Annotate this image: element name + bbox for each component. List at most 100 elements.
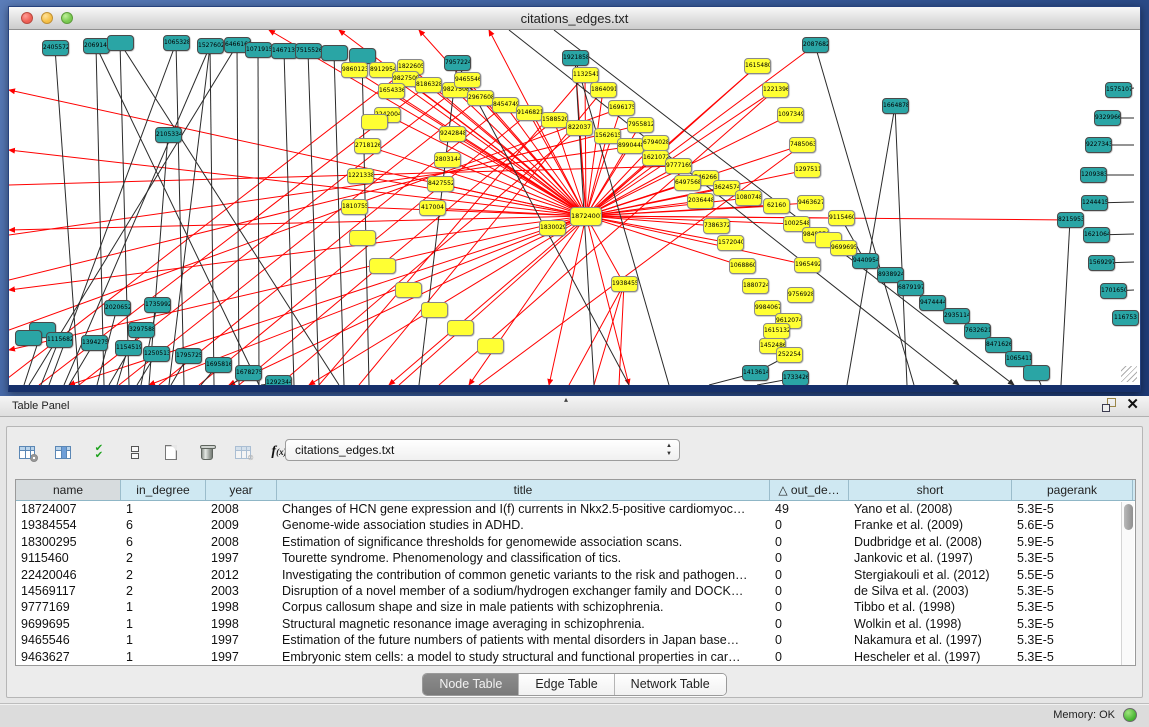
close-panel-icon[interactable]: ✕ bbox=[1126, 398, 1139, 412]
graph-node[interactable]: 9227343 bbox=[1085, 137, 1112, 153]
table-cell[interactable]: 1 bbox=[121, 599, 206, 615]
graph-node[interactable]: 822037 bbox=[566, 120, 593, 136]
table-cell[interactable]: Estimation of significance thresholds fo… bbox=[277, 534, 770, 550]
graph-node[interactable]: 32975887 bbox=[128, 322, 155, 338]
delete-rows-button[interactable] bbox=[195, 441, 219, 463]
graph-node[interactable]: 6497568 bbox=[674, 175, 701, 191]
graph-node[interactable]: 15720407 bbox=[717, 235, 744, 251]
table-cell[interactable]: de Silva et al. (2003) bbox=[849, 583, 1012, 599]
table-cell[interactable]: Jankovic et al. (1997) bbox=[849, 550, 1012, 566]
table-row[interactable]: 1938455462009Genome-wide association stu… bbox=[16, 517, 1135, 533]
graph-node[interactable] bbox=[15, 330, 42, 346]
graph-node[interactable]: 12213382 bbox=[347, 168, 374, 184]
graph-node[interactable]: 9699695 bbox=[830, 240, 857, 256]
graph-node[interactable]: 417004 bbox=[419, 200, 446, 216]
graph-node[interactable]: 18807243 bbox=[742, 278, 769, 294]
column-header-in_degree[interactable]: in_degree bbox=[121, 480, 206, 500]
table-cell[interactable]: Hescheler et al. (1997) bbox=[849, 649, 1012, 665]
table-cell[interactable]: Investigating the contribution of common… bbox=[277, 567, 770, 583]
graph-node[interactable]: 8186328 bbox=[415, 77, 442, 93]
scrollbar-thumb[interactable] bbox=[1124, 504, 1133, 530]
table-row[interactable]: 1830029562008Estimation of significance … bbox=[16, 534, 1135, 550]
table-cell[interactable]: 2003 bbox=[206, 583, 277, 599]
graph-node[interactable]: 9440954 bbox=[852, 253, 879, 269]
column-header-title[interactable]: title bbox=[277, 480, 770, 500]
table-cell[interactable]: 1 bbox=[121, 632, 206, 648]
graph-node[interactable]: 17359928 bbox=[144, 297, 171, 313]
graph-node[interactable]: 19218586 bbox=[562, 50, 589, 66]
graph-node[interactable] bbox=[421, 302, 448, 318]
table-cell[interactable]: 2009 bbox=[206, 517, 277, 533]
table-cell[interactable]: 49 bbox=[770, 501, 849, 517]
table-cell[interactable]: 2008 bbox=[206, 501, 277, 517]
graph-node[interactable]: 17957254 bbox=[175, 348, 202, 364]
graph-node[interactable]: 18107553 bbox=[341, 199, 368, 215]
graph-node[interactable]: 17016504 bbox=[1100, 283, 1127, 299]
table-cell[interactable]: 9465546 bbox=[16, 632, 121, 648]
table-cell[interactable]: Dudbridge et al. (2008) bbox=[849, 534, 1012, 550]
table-selector-dropdown[interactable]: citations_edges.txt ▲▼ bbox=[285, 439, 680, 461]
table-cell[interactable]: 0 bbox=[770, 599, 849, 615]
table-cell[interactable]: 5.5E-5 bbox=[1012, 567, 1133, 583]
vertical-scrollbar[interactable] bbox=[1121, 502, 1134, 665]
table-row[interactable]: 1456911722003Disruption of a novel membe… bbox=[16, 583, 1135, 599]
table-cell[interactable]: 1997 bbox=[206, 649, 277, 665]
network-canvas[interactable]: 2405572420691406106532871527602646616010… bbox=[9, 30, 1140, 385]
graph-node[interactable]: 7485063 bbox=[789, 137, 816, 153]
graph-node[interactable]: 19384554 bbox=[611, 276, 638, 292]
table-cell[interactable]: 9699695 bbox=[16, 616, 121, 632]
graph-node[interactable]: 20364486 bbox=[687, 193, 714, 209]
graph-node[interactable]: 21053346 bbox=[155, 127, 182, 143]
table-cell[interactable]: 2 bbox=[121, 550, 206, 566]
table-cell[interactable]: 0 bbox=[770, 583, 849, 599]
table-cell[interactable]: 0 bbox=[770, 632, 849, 648]
graph-node[interactable]: 116753 bbox=[1112, 310, 1139, 326]
graph-node[interactable]: 10807487 bbox=[735, 190, 762, 206]
table-cell[interactable]: 5.6E-5 bbox=[1012, 517, 1133, 533]
minimize-window-button[interactable] bbox=[41, 12, 53, 24]
graph-node[interactable]: 6879197 bbox=[897, 280, 924, 296]
table-cell[interactable]: 0 bbox=[770, 534, 849, 550]
float-panel-icon[interactable] bbox=[1102, 398, 1116, 412]
graph-node[interactable]: 7386372 bbox=[703, 218, 730, 234]
table-settings-button[interactable] bbox=[15, 441, 39, 463]
table-cell[interactable]: 5.3E-5 bbox=[1012, 501, 1133, 517]
table-cell[interactable]: Structural magnetic resonance image aver… bbox=[277, 616, 770, 632]
graph-node[interactable]: 10653287 bbox=[163, 35, 190, 51]
graph-node[interactable]: 15692971 bbox=[1088, 255, 1115, 271]
table-cell[interactable]: 18724007 bbox=[16, 501, 121, 517]
table-row[interactable]: 977716911998Corpus callosum shape and si… bbox=[16, 599, 1135, 615]
table-cell[interactable]: 9115460 bbox=[16, 550, 121, 566]
graph-node[interactable]: 9756928 bbox=[787, 287, 814, 303]
graph-node[interactable]: 15751074 bbox=[1105, 82, 1132, 98]
table-cell[interactable]: 2012 bbox=[206, 567, 277, 583]
graph-node[interactable]: 18724007 bbox=[570, 207, 602, 226]
graph-node[interactable] bbox=[395, 282, 422, 298]
graph-node[interactable]: 6794028 bbox=[642, 135, 669, 151]
table-cell[interactable]: 2 bbox=[121, 583, 206, 599]
table-cell[interactable]: Genome-wide association studies in ADHD. bbox=[277, 517, 770, 533]
graph-node[interactable]: 9115460 bbox=[828, 210, 855, 226]
graph-node[interactable]: 16648784 bbox=[882, 98, 909, 114]
table-cell[interactable]: 5.3E-5 bbox=[1012, 649, 1133, 665]
graph-node[interactable]: 16210643 bbox=[1083, 227, 1110, 243]
table-cell[interactable]: 6 bbox=[121, 534, 206, 550]
table-cell[interactable]: Nakamura et al. (1997) bbox=[849, 632, 1012, 648]
graph-node[interactable]: 1615132 bbox=[763, 323, 790, 339]
graph-node[interactable]: 14671358 bbox=[271, 43, 298, 59]
column-header-year[interactable]: year bbox=[206, 480, 277, 500]
graph-node[interactable]: 16958167 bbox=[205, 357, 232, 373]
table-cell[interactable]: Embryonic stem cells: a model to study s… bbox=[277, 649, 770, 665]
table-cell[interactable]: 0 bbox=[770, 649, 849, 665]
graph-node[interactable]: 1733426 bbox=[782, 370, 809, 385]
graph-node[interactable]: 11156829 bbox=[46, 332, 73, 348]
table-cell[interactable]: 5.3E-5 bbox=[1012, 550, 1133, 566]
table-row[interactable]: 969969511998Structural magnetic resonanc… bbox=[16, 616, 1135, 632]
graph-node[interactable]: 9242848 bbox=[439, 126, 466, 142]
table-cell[interactable]: 1998 bbox=[206, 616, 277, 632]
graph-node[interactable] bbox=[369, 258, 396, 274]
table-row[interactable]: 946554611997Estimation of the future num… bbox=[16, 632, 1135, 648]
window-titlebar[interactable]: citations_edges.txt bbox=[9, 7, 1140, 30]
table-row[interactable]: 911546021997Tourette syndrome. Phenomeno… bbox=[16, 550, 1135, 566]
graph-node[interactable]: 10688609 bbox=[729, 258, 756, 274]
